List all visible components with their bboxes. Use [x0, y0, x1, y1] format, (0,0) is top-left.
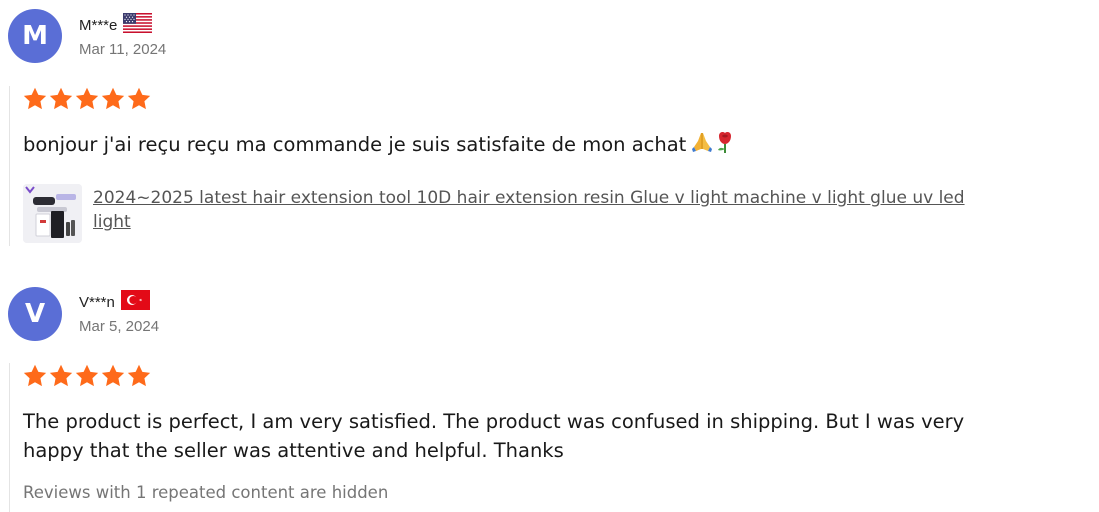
review-date: Mar 5, 2024 — [79, 318, 160, 335]
review-text: bonjour j'ai reçu reçu ma commande je su… — [23, 130, 1023, 162]
star-icon — [22, 363, 48, 389]
star-icon — [22, 86, 48, 112]
review-divider — [9, 86, 10, 246]
star-icon — [48, 86, 74, 112]
review-text-content: bonjour j'ai reçu reçu ma commande je su… — [23, 133, 687, 156]
reviewer-name: M***e — [79, 16, 118, 34]
star-rating — [22, 86, 152, 112]
reviewer-info: V***n — [79, 290, 150, 314]
hidden-reviews-note: Reviews with 1 repeated content are hidd… — [23, 483, 389, 502]
reviewer-info: M***e — [79, 13, 153, 37]
star-icon — [100, 363, 126, 389]
avatar: V — [8, 287, 62, 341]
star-icon — [74, 86, 100, 112]
star-icon — [126, 86, 152, 112]
star-icon — [126, 363, 152, 389]
review-divider — [9, 363, 10, 512]
product-thumbnail[interactable] — [23, 184, 82, 243]
turkey-flag-icon — [120, 290, 150, 314]
product-reference[interactable]: 2024~2025 latest hair extension tool 10D… — [23, 184, 993, 243]
folded-hands-icon — [690, 130, 714, 162]
us-flag-icon — [123, 13, 153, 37]
avatar-letter: M — [22, 21, 48, 51]
star-icon — [48, 363, 74, 389]
star-icon — [100, 86, 126, 112]
reviewer-name: V***n — [79, 293, 115, 311]
star-icon — [74, 363, 100, 389]
star-rating — [22, 363, 152, 389]
rose-icon — [715, 130, 735, 162]
review-text: The product is perfect, I am very satisf… — [23, 410, 965, 462]
product-link[interactable]: 2024~2025 latest hair extension tool 10D… — [93, 184, 993, 234]
review-date: Mar 11, 2024 — [79, 41, 167, 58]
avatar-letter: V — [24, 299, 46, 329]
avatar: M — [8, 9, 62, 63]
